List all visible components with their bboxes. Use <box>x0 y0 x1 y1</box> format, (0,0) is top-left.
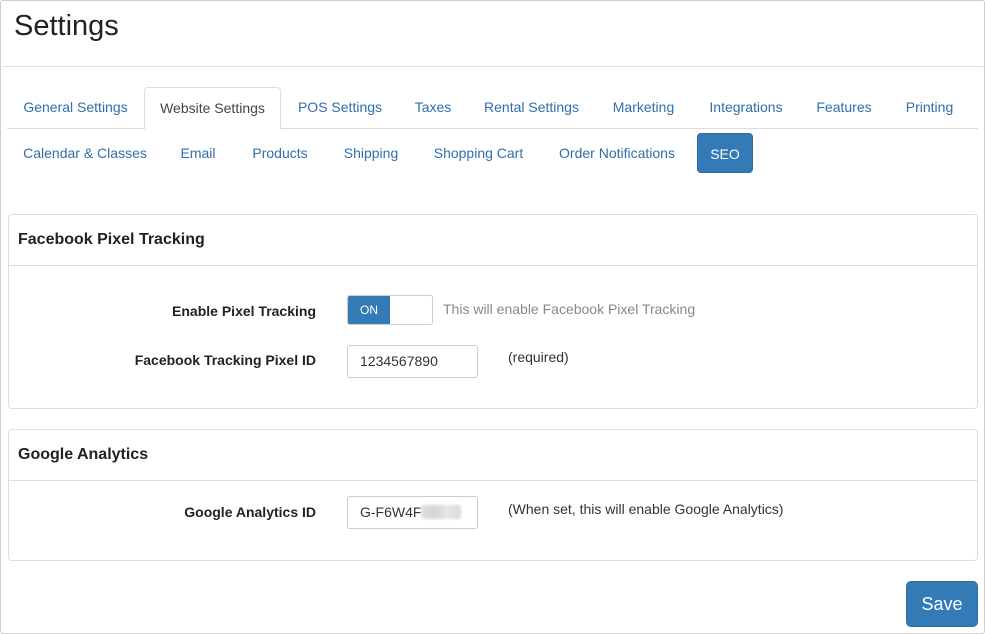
tab-printing[interactable]: Printing <box>887 87 972 129</box>
page-title: Settings <box>14 10 119 42</box>
enable-pixel-tracking-help: This will enable Facebook Pixel Tracking <box>443 301 696 317</box>
google-analytics-heading: Google Analytics <box>9 430 977 481</box>
google-analytics-id-input[interactable]: G-F6W4F <box>347 496 478 529</box>
tab-general-settings[interactable]: General Settings <box>7 87 144 129</box>
google-analytics-id-note: (When set, this will enable Google Analy… <box>508 501 784 517</box>
facebook-pixel-id-label: Facebook Tracking Pixel ID <box>134 352 316 368</box>
tab-taxes[interactable]: Taxes <box>399 87 467 129</box>
subtab-shipping[interactable]: Shipping <box>327 133 415 173</box>
settings-tabs: General Settings Website Settings POS Se… <box>7 87 978 130</box>
google-analytics-panel: Google Analytics Google Analytics ID G-F… <box>8 429 978 561</box>
subtab-email[interactable]: Email <box>163 133 233 173</box>
tab-integrations[interactable]: Integrations <box>691 87 801 129</box>
google-analytics-id-value: G-F6W4F <box>360 504 422 520</box>
facebook-pixel-panel: Facebook Pixel Tracking Enable Pixel Tra… <box>8 214 978 409</box>
tab-features[interactable]: Features <box>801 87 887 129</box>
tab-pos-settings[interactable]: POS Settings <box>281 87 399 129</box>
tab-rental-settings[interactable]: Rental Settings <box>467 87 596 129</box>
google-analytics-id-label: Google Analytics ID <box>184 504 316 520</box>
subtab-calendar-classes[interactable]: Calendar & Classes <box>7 133 163 173</box>
title-divider <box>2 66 983 67</box>
facebook-pixel-heading: Facebook Pixel Tracking <box>9 215 977 266</box>
facebook-pixel-id-required-note: (required) <box>508 349 569 365</box>
settings-window: Settings General Settings Website Settin… <box>0 0 985 634</box>
toggle-on-label: ON <box>348 296 390 324</box>
toggle-handle <box>390 296 432 324</box>
tab-marketing[interactable]: Marketing <box>596 87 691 129</box>
subtab-products[interactable]: Products <box>233 133 327 173</box>
enable-pixel-tracking-toggle[interactable]: ON <box>347 295 433 325</box>
tab-website-settings[interactable]: Website Settings <box>144 87 281 130</box>
save-button[interactable]: Save <box>906 581 978 627</box>
redacted-mask <box>421 505 462 519</box>
enable-pixel-tracking-label: Enable Pixel Tracking <box>172 303 316 319</box>
facebook-pixel-id-input[interactable]: 1234567890 <box>347 345 478 378</box>
subtab-shopping-cart[interactable]: Shopping Cart <box>415 133 542 173</box>
subtab-order-notifications[interactable]: Order Notifications <box>542 133 692 173</box>
subtab-seo[interactable]: SEO <box>697 133 753 173</box>
website-settings-subtabs: Calendar & Classes Email Products Shippi… <box>7 133 978 174</box>
